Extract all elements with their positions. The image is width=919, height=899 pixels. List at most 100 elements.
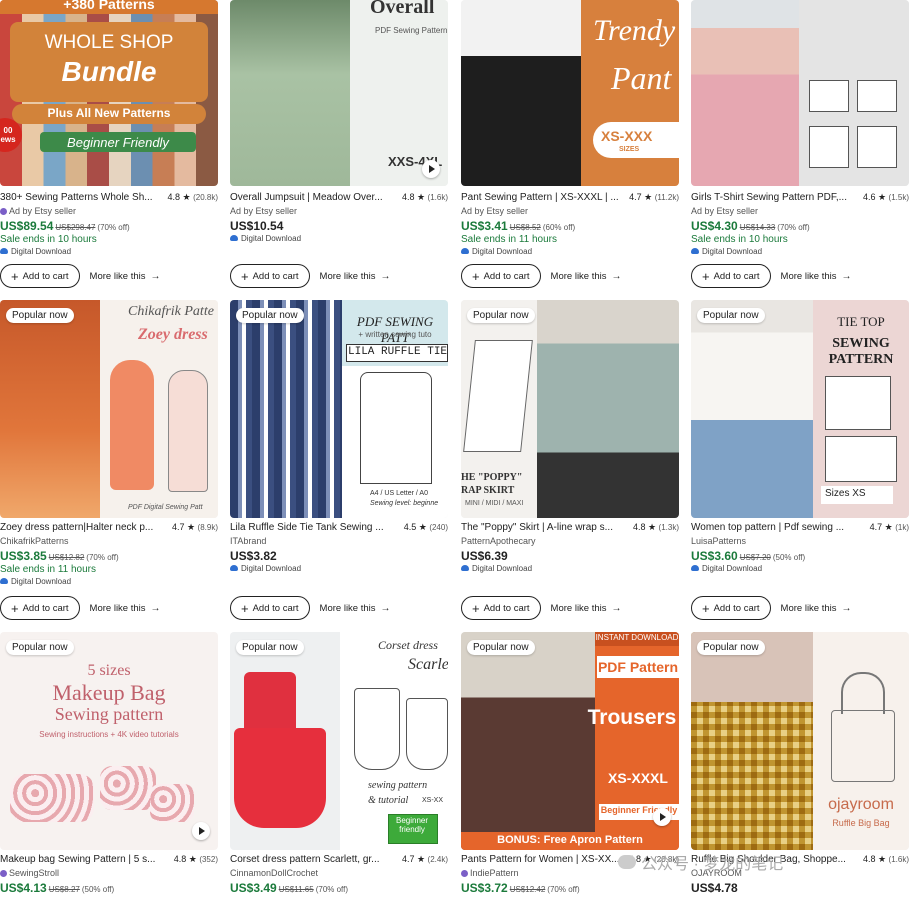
original-price: US$11.65 [278, 885, 314, 894]
image-caption: Ruffle Big Bag [832, 818, 890, 828]
rating-value: 4.8 ★ [167, 192, 191, 202]
discount: (50% off) [772, 553, 806, 562]
product-card[interactable]: Corset dress Scarlet sewing pattern & tu… [230, 632, 448, 895]
price-row: US$4.78 [691, 881, 909, 895]
product-title[interactable]: Zoey dress pattern|Halter neck p... [0, 522, 153, 533]
image-caption: Sizes XS [825, 488, 866, 499]
more-like-this-link[interactable]: More like this → [551, 271, 622, 282]
price-row: US$3.60 US$7.20 (50% off) [691, 549, 909, 563]
digital-download-label: Digital Download [461, 247, 679, 258]
more-like-this-link[interactable]: More like this → [320, 603, 391, 614]
play-video-button[interactable] [653, 808, 671, 826]
product-image[interactable]: Chikafrik Patte Zoey dress PDF Digital S… [0, 300, 218, 518]
image-caption: Sewing instructions + 4K video tutorials [39, 730, 179, 739]
more-like-this-link[interactable]: More like this → [320, 271, 391, 282]
product-title[interactable]: Pants Pattern for Women | XS-XX... [461, 854, 620, 865]
product-title[interactable]: Makeup bag Sewing Pattern | 5 s... [0, 854, 155, 865]
product-card[interactable]: HE "POPPY" RAP SKIRT MINI / MIDI / MAXI … [461, 300, 679, 575]
product-rating: 4.8 ★ (20.8k) [167, 192, 218, 203]
more-like-this-link[interactable]: More like this → [90, 271, 161, 282]
cloud-download-icon [691, 248, 699, 254]
seller-line: CinnamonDollCrochet [230, 868, 448, 879]
product-image[interactable]: Corset dress Scarlet sewing pattern & tu… [230, 632, 448, 850]
more-like-this-label: More like this [550, 602, 607, 614]
product-card[interactable]: 5 sizes Makeup Bag Sewing pattern Sewing… [0, 632, 218, 895]
product-title[interactable]: Lila Ruffle Side Tie Tank Sewing ... [230, 522, 384, 533]
seller-line: PatternApothecary [461, 536, 679, 547]
price-row: US$6.39 [461, 549, 679, 563]
product-card[interactable]: Overall PDF Sewing Pattern XXS-4XL Overa… [230, 0, 448, 245]
image-caption: Sewing pattern [54, 704, 164, 724]
add-to-cart-button[interactable]: + Add to cart [461, 596, 541, 620]
more-like-this-label: More like this [780, 602, 837, 614]
product-card[interactable]: PDF SEWING PATT + written sewing tuto LI… [230, 300, 448, 575]
original-price: US$8.52 [509, 223, 541, 232]
product-title[interactable]: Pant Sewing Pattern | XS-XXXL | ... [461, 192, 619, 203]
product-title[interactable]: 380+ Sewing Patterns Whole Sh... [0, 192, 153, 203]
play-video-button[interactable] [192, 822, 210, 840]
product-image[interactable]: +380 Patterns WHOLE SHOP Bundle Plus All… [0, 0, 218, 186]
product-image[interactable]: Trendy Pant XS-XXX SIZES [461, 0, 679, 186]
more-like-this-link[interactable]: More like this → [90, 603, 161, 614]
popular-now-badge: Popular now [697, 640, 765, 655]
image-caption: PATTERN [828, 352, 894, 367]
image-caption: Corset dress [378, 638, 438, 652]
product-image[interactable]: INSTANT DOWNLOAD PDF Pattern Trousers XS… [461, 632, 679, 850]
seller-line: SewingStroll [0, 868, 218, 879]
product-image[interactable]: HE "POPPY" RAP SKIRT MINI / MIDI / MAXI … [461, 300, 679, 518]
product-image[interactable]: ojayroom Ruffle Big Bag Popular now [691, 632, 909, 850]
product-title[interactable]: Corset dress pattern Scarlett, gr... [230, 854, 380, 865]
digital-text: Digital Download [472, 247, 533, 256]
product-image[interactable] [691, 0, 909, 186]
add-to-cart-button[interactable]: + Add to cart [691, 596, 771, 620]
image-caption: 5 sizes [87, 662, 131, 679]
more-like-this-link[interactable]: More like this → [781, 271, 852, 282]
image-caption: Makeup Bag [52, 680, 166, 705]
product-title[interactable]: The "Poppy" Skirt | A-line wrap s... [461, 522, 613, 533]
product-card[interactable]: Trendy Pant XS-XXX SIZES Pant Sewing Pat… [461, 0, 679, 258]
add-to-cart-button[interactable]: + Add to cart [230, 596, 310, 620]
product-card[interactable]: Chikafrik Patte Zoey dress PDF Digital S… [0, 300, 218, 588]
product-card[interactable]: Girls T-Shirt Sewing Pattern PDF,... 4.6… [691, 0, 909, 258]
seller-name: LuisaPatterns [691, 536, 747, 546]
product-title[interactable]: Women top pattern | Pdf sewing ... [691, 522, 844, 533]
price: US$10.54 [230, 219, 284, 233]
product-card[interactable]: TIE TOP SEWING PATTERN Sizes XS Popular … [691, 300, 909, 575]
add-to-cart-button[interactable]: + Add to cart [691, 264, 771, 288]
rating-value: 4.7 ★ [401, 854, 426, 864]
image-caption: Overall [370, 0, 435, 18]
image-caption: & tutorial [368, 795, 409, 806]
more-like-this-link[interactable]: More like this → [781, 603, 852, 614]
image-caption: XS-XXXL [608, 770, 668, 786]
image-caption: Chikafrik Patte [128, 304, 214, 319]
plus-icon: + [241, 600, 249, 616]
product-image[interactable]: 5 sizes Makeup Bag Sewing pattern Sewing… [0, 632, 218, 850]
product-title[interactable]: Overall Jumpsuit | Meadow Over... [230, 192, 383, 203]
product-image[interactable]: PDF SEWING PATT + written sewing tuto LI… [230, 300, 448, 518]
rating-value: 4.7 ★ [629, 192, 653, 202]
add-to-cart-button[interactable]: + Add to cart [0, 596, 80, 620]
cloud-download-icon [230, 565, 238, 571]
add-to-cart-label: Add to cart [713, 270, 760, 282]
original-price: US$12.42 [509, 885, 546, 894]
add-to-cart-button[interactable]: + Add to cart [0, 264, 80, 288]
product-image[interactable]: Overall PDF Sewing Pattern XXS-4XL [230, 0, 448, 186]
seller-name: SewingStroll [9, 868, 60, 878]
sale-ends: Sale ends in 11 hours [461, 234, 557, 245]
price-row: US$10.54 [230, 219, 448, 233]
play-video-button[interactable] [422, 160, 440, 178]
product-image[interactable]: TIE TOP SEWING PATTERN Sizes XS Popular … [691, 300, 909, 518]
image-caption: Scarlet [408, 656, 448, 673]
rating-value: 4.8 ★ [862, 854, 887, 864]
image-caption: LILA RUFFLE TIE [348, 346, 448, 358]
product-title[interactable]: Girls T-Shirt Sewing Pattern PDF,... [691, 192, 847, 203]
price: US$4.13 [0, 881, 47, 895]
add-to-cart-button[interactable]: + Add to cart [230, 264, 310, 288]
image-caption: +380 Patterns [0, 0, 218, 14]
digital-text: Digital Download [472, 564, 533, 573]
digital-download-label: Digital Download [0, 247, 218, 258]
product-card[interactable]: +380 Patterns WHOLE SHOP Bundle Plus All… [0, 0, 218, 258]
arrow-right-icon: → [380, 270, 391, 282]
more-like-this-link[interactable]: More like this → [551, 603, 622, 614]
add-to-cart-button[interactable]: + Add to cart [461, 264, 541, 288]
